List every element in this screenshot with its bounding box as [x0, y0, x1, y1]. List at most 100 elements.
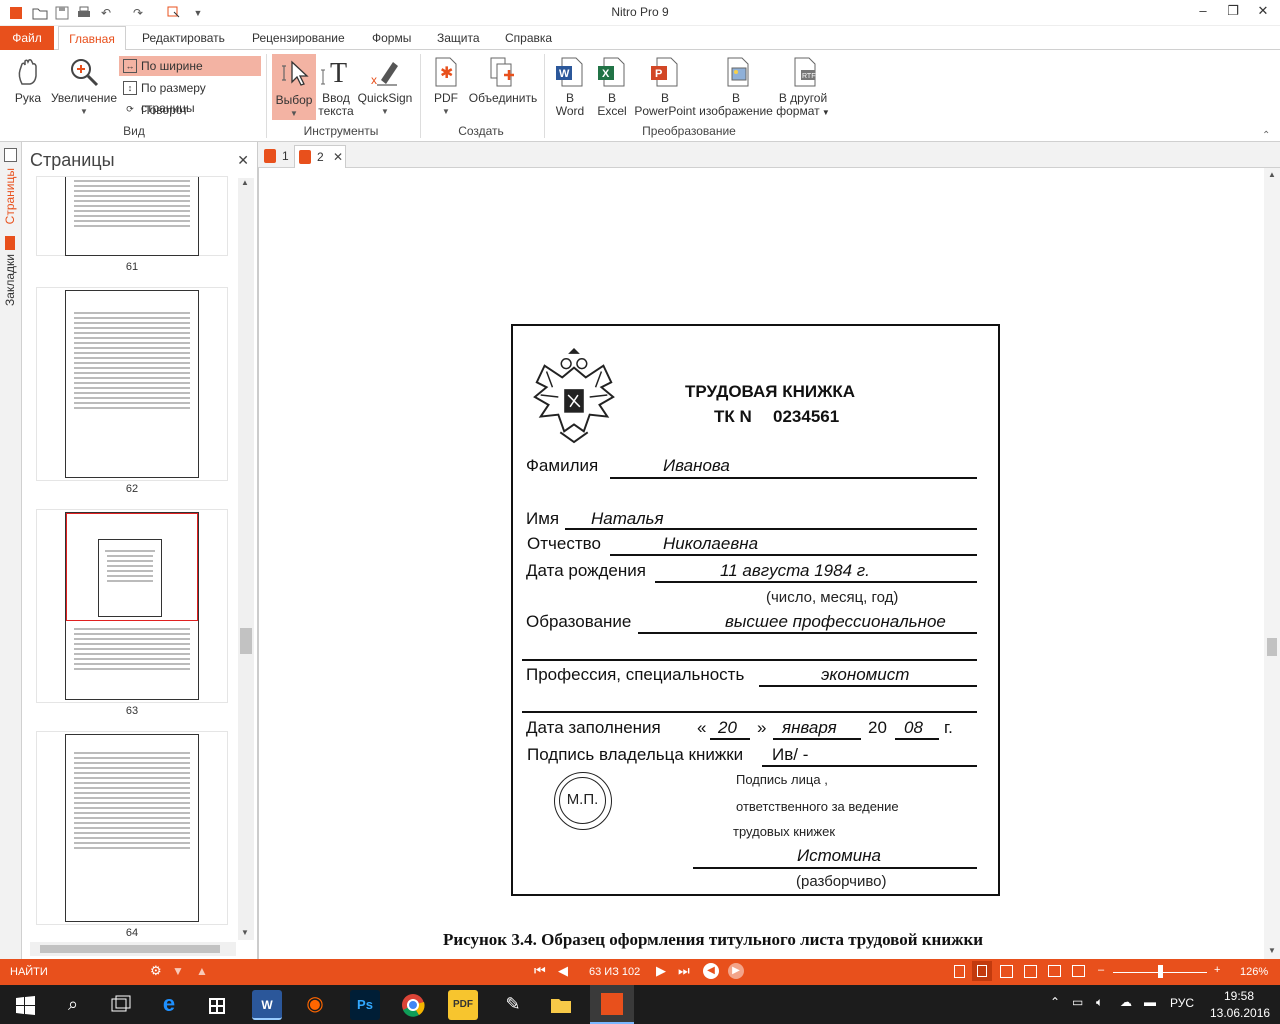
fit-view-icon[interactable] — [1072, 965, 1085, 977]
create-pdf-button[interactable]: ✱ PDF ▼ — [428, 56, 464, 118]
to-other-format-button[interactable]: RTF В другой формат ▼ — [776, 56, 830, 119]
previous-page-icon[interactable]: ◀ — [558, 963, 568, 979]
fullscreen-view-icon[interactable] — [1048, 965, 1061, 977]
tab-help[interactable]: Справка — [497, 26, 560, 50]
doc-tab-2[interactable]: 2 ✕ — [294, 145, 346, 168]
pdf-app-icon[interactable]: PDF — [448, 990, 478, 1020]
tab-home[interactable]: Главная — [58, 26, 126, 51]
page-thumbnail-container[interactable] — [36, 731, 228, 925]
page-thumbnail-container[interactable] — [36, 509, 228, 703]
forward-view-icon[interactable]: ▶ — [728, 963, 744, 979]
panel-scroll-thumb[interactable] — [240, 628, 252, 654]
page-thumbnail-container[interactable] — [36, 176, 228, 256]
zoom-button[interactable]: Увеличение ▼ — [50, 56, 118, 118]
scroll-up-icon[interactable]: ▲ — [241, 178, 249, 187]
scroll-up-icon[interactable]: ▲ — [1268, 170, 1276, 179]
combine-label: Объединить — [468, 91, 538, 105]
page-thumbnail[interactable] — [65, 290, 199, 478]
tab-review[interactable]: Рецензирование — [244, 26, 353, 50]
panel-hscroll-thumb[interactable] — [40, 945, 220, 953]
nitro-taskbar-icon[interactable] — [590, 985, 634, 1024]
type-text-button[interactable]: T Ввод текста — [318, 56, 354, 118]
tab-edit[interactable]: Редактировать — [134, 26, 233, 50]
tab-forms[interactable]: Формы — [364, 26, 419, 50]
zoom-slider-handle[interactable] — [1158, 965, 1163, 978]
fit-width-option[interactable]: ↔ По ширине — [119, 56, 261, 76]
continuous-view-icon[interactable] — [972, 961, 992, 981]
facing-continuous-view-icon[interactable] — [1024, 965, 1037, 978]
find-next-icon[interactable]: ▼ — [172, 964, 184, 978]
zoom-level[interactable]: 126% — [1240, 966, 1268, 978]
tab-protect[interactable]: Защита — [429, 26, 488, 50]
chrome-icon[interactable] — [398, 990, 428, 1020]
feather-app-icon[interactable]: ✎ — [498, 990, 528, 1020]
windows-start-icon[interactable] — [10, 990, 40, 1020]
hand-button[interactable]: Рука — [10, 56, 46, 105]
next-page-icon[interactable]: ▶ — [656, 963, 666, 979]
back-view-icon[interactable]: ◀ — [703, 963, 719, 979]
document-view[interactable]: ТРУДОВАЯ КНИЖКА ТК N 0234561 Фамилия Ива… — [258, 168, 1264, 959]
facing-view-icon[interactable] — [1000, 965, 1013, 978]
panel-scrollbar[interactable]: ▲ ▼ — [238, 178, 254, 940]
tray-monitor-icon[interactable]: ▭ — [1072, 995, 1083, 1009]
document-scroll-thumb[interactable] — [1267, 638, 1277, 656]
close-window-button[interactable]: ✕ — [1248, 3, 1278, 23]
notification-icon[interactable]: ▬ — [1144, 995, 1156, 1009]
to-word-button[interactable]: W В Word — [552, 56, 588, 118]
close-panel-icon[interactable]: ✕ — [237, 152, 249, 169]
minimize-button[interactable]: – — [1188, 3, 1218, 23]
search-icon[interactable]: ⌕ — [58, 990, 88, 1020]
clock-time[interactable]: 19:58 — [1224, 989, 1254, 1003]
page-thumbnail[interactable] — [65, 177, 199, 256]
page-indicator[interactable]: 63 ИЗ 102 — [589, 966, 640, 978]
zoom-in-icon[interactable]: + — [1214, 964, 1220, 976]
page-thumbnail-container[interactable] — [36, 287, 228, 481]
side-tabs: Страницы Закладки — [0, 142, 22, 959]
first-page-icon[interactable]: ⏮ — [534, 963, 546, 979]
clock-date[interactable]: 13.06.2016 — [1210, 1006, 1270, 1020]
collapse-ribbon-icon[interactable]: ⌃ — [1262, 130, 1270, 141]
powerpoint-icon: P — [649, 56, 681, 88]
tab-bookmarks[interactable]: Закладки — [3, 254, 17, 306]
close-tab-icon[interactable]: ✕ — [333, 146, 343, 168]
document-scrollbar[interactable]: ▲ ▼ — [1264, 168, 1280, 959]
single-page-view-icon[interactable] — [954, 965, 965, 978]
fit-page-option[interactable]: ↕ По размеру страницы — [119, 78, 261, 115]
select-button[interactable]: Выбор ▼ — [272, 54, 316, 120]
tab-pages[interactable]: Страницы — [3, 168, 17, 224]
store-icon[interactable] — [202, 990, 232, 1020]
eye-app-icon[interactable]: ◉ — [300, 990, 330, 1020]
to-powerpoint-button[interactable]: P В PowerPoint — [634, 56, 696, 118]
file-explorer-icon[interactable] — [546, 990, 576, 1020]
scroll-down-icon[interactable]: ▼ — [241, 928, 249, 937]
page-thumbnail-current[interactable] — [65, 512, 199, 700]
zoom-out-icon[interactable]: – — [1098, 964, 1104, 976]
to-image-button[interactable]: В изображение — [698, 56, 774, 118]
tray-chevron-icon[interactable]: ⌃ — [1050, 995, 1060, 1009]
profession-value: экономист — [821, 665, 910, 684]
word-taskbar-icon[interactable]: W — [252, 990, 282, 1020]
card-number-prefix: ТК N — [714, 407, 752, 426]
settings-gear-icon[interactable]: ⚙ — [150, 963, 162, 979]
panel-hscrollbar[interactable] — [30, 942, 236, 956]
network-icon[interactable]: ☁︎ — [1120, 995, 1132, 1009]
maximize-button[interactable]: ❐ — [1218, 3, 1248, 23]
edge-browser-icon[interactable]: e — [154, 990, 184, 1020]
combine-button[interactable]: Объединить — [466, 56, 540, 105]
doc-tab-1[interactable]: 1 — [260, 145, 292, 168]
quicksign-button[interactable]: x QuickSign ▼ — [356, 56, 414, 118]
find-previous-icon[interactable]: ▲ — [196, 964, 208, 978]
last-page-icon[interactable]: ⏭ — [678, 963, 690, 979]
zoom-icon — [68, 56, 100, 88]
rotate-option[interactable]: ⟳ Поворот — [119, 100, 261, 120]
page-thumbnail[interactable] — [65, 734, 199, 922]
to-excel-button[interactable]: X В Excel — [594, 56, 630, 118]
tab-file[interactable]: Файл — [0, 26, 54, 50]
scroll-down-icon[interactable]: ▼ — [1268, 946, 1276, 955]
task-view-icon[interactable] — [106, 990, 136, 1020]
find-label[interactable]: НАЙТИ — [10, 966, 48, 978]
create-pdf-dropdown-icon: ▼ — [442, 107, 450, 116]
language-indicator[interactable]: РУС — [1170, 996, 1194, 1010]
photoshop-icon[interactable]: Ps — [350, 990, 380, 1020]
volume-icon[interactable]: 🔈︎ — [1096, 995, 1103, 1010]
